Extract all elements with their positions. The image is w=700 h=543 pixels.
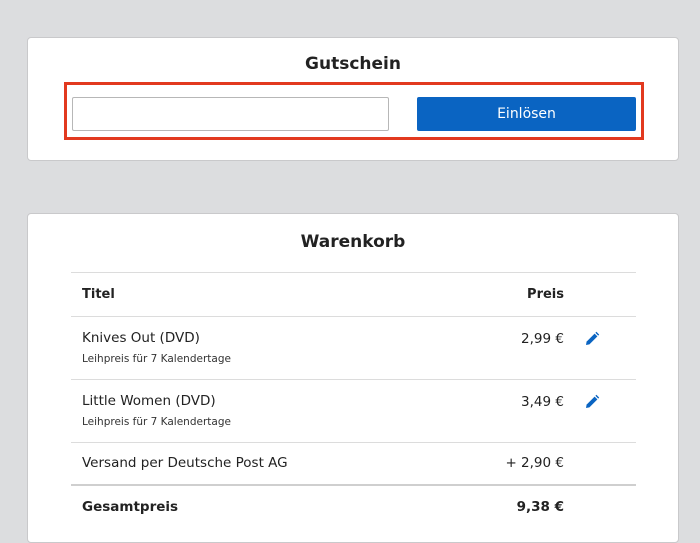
voucher-code-input[interactable] [72, 97, 389, 131]
cart-item-row: Knives Out (DVD) Leihpreis für 7 Kalende… [71, 316, 636, 379]
total-row: Gesamtpreis 9,38 € [71, 484, 636, 528]
voucher-card: Gutschein Einlösen [27, 37, 679, 161]
total-price: 9,38 € [516, 499, 564, 515]
cart-table: Titel Preis Knives Out (DVD) Leihpreis f… [71, 272, 636, 528]
item-rental-note: Leihpreis für 7 Kalendertage [82, 353, 231, 365]
item-name: Knives Out (DVD) [82, 330, 200, 346]
column-header-price: Preis [527, 287, 564, 302]
item-price: 2,99 € [521, 331, 564, 347]
shipping-label: Versand per Deutsche Post AG [82, 455, 288, 471]
shipping-price: + 2,90 € [505, 455, 564, 471]
cart-title: Warenkorb [300, 232, 406, 252]
cart-card: Warenkorb Titel Preis Knives Out (DVD) L… [27, 213, 679, 543]
column-header-title: Titel [82, 287, 115, 302]
pencil-icon[interactable] [584, 394, 600, 410]
pencil-icon[interactable] [584, 331, 600, 347]
table-header: Titel Preis [71, 272, 636, 316]
item-rental-note: Leihpreis für 7 Kalendertage [82, 416, 231, 428]
redeem-button[interactable]: Einlösen [417, 97, 636, 131]
voucher-title: Gutschein [305, 54, 401, 74]
cart-item-row: Little Women (DVD) Leihpreis für 7 Kalen… [71, 379, 636, 442]
item-price: 3,49 € [521, 394, 564, 410]
shipping-row: Versand per Deutsche Post AG + 2,90 € [71, 442, 636, 484]
total-label: Gesamtpreis [82, 499, 179, 515]
item-name: Little Women (DVD) [82, 393, 216, 409]
